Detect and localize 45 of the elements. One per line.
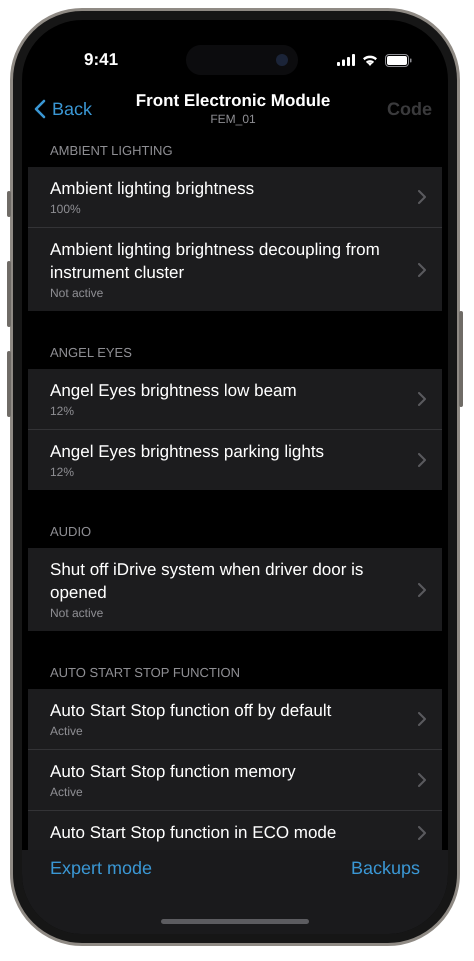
chevron-right-icon	[418, 582, 426, 596]
settings-row[interactable]: Ambient lighting brightness 100%	[28, 167, 442, 227]
status-time: 9:41	[84, 50, 118, 70]
nav-title: Front Electronic Module	[136, 91, 330, 111]
row-title: Shut off iDrive system when driver door is opened	[50, 559, 364, 604]
row-value: 12%	[50, 464, 76, 480]
section-header: AUDIO	[49, 523, 92, 541]
expert-mode-button[interactable]: Expert mode	[50, 858, 152, 879]
row-value: Not active	[50, 285, 104, 301]
row-value: 12%	[50, 403, 76, 419]
row-title: Auto Start Stop function memory	[50, 761, 297, 783]
row-title: Ambient lighting brightness decoupling from instrument cluster	[50, 239, 381, 284]
chevron-right-icon	[418, 453, 426, 467]
row-value: 100%	[50, 201, 82, 217]
section-header: AUTO START STOP FUNCTION	[49, 664, 241, 682]
chevron-right-icon	[418, 826, 426, 840]
backups-button[interactable]: Backups	[350, 858, 420, 879]
settings-row[interactable]: Auto Start Stop function memory Active	[28, 749, 442, 810]
battery-icon	[385, 54, 412, 66]
row-title: Auto Start Stop function off by default	[50, 700, 332, 722]
settings-row[interactable]: Ambient lighting brightness decoupling from instrument cluster Not active	[28, 227, 442, 311]
settings-row[interactable]: Auto Start Stop function off by default Active	[28, 689, 442, 749]
signal-icon	[337, 54, 355, 66]
chevron-right-icon	[418, 712, 426, 726]
nav-subtitle: FEM_01	[210, 111, 256, 127]
row-value: Not active	[50, 605, 104, 621]
back-button[interactable]: Back	[34, 98, 92, 120]
row-value: Active	[50, 723, 84, 739]
row-title: Angel Eyes brightness low beam	[50, 380, 298, 402]
chevron-left-icon	[34, 99, 46, 119]
section-header: AMBIENT LIGHTING	[49, 142, 174, 160]
chevron-right-icon	[418, 190, 426, 204]
row-value: Active	[50, 784, 84, 800]
camera-icon	[276, 54, 288, 66]
chevron-right-icon	[418, 262, 426, 276]
settings-row[interactable]: Shut off iDrive system when driver door is opened Not active	[28, 548, 442, 631]
section-header: ANGEL EYES	[49, 344, 133, 362]
settings-row[interactable]: Angel Eyes brightness low beam 12%	[28, 369, 442, 429]
row-title: Angel Eyes brightness parking lights	[50, 441, 326, 463]
wifi-icon	[362, 54, 378, 66]
settings-row[interactable]: Angel Eyes brightness parking lights 12%	[28, 429, 442, 490]
chevron-right-icon	[418, 773, 426, 787]
row-title: Ambient lighting brightness	[50, 178, 256, 200]
chevron-right-icon	[418, 392, 426, 406]
row-title: Auto Start Stop function in ECO mode	[50, 822, 338, 844]
